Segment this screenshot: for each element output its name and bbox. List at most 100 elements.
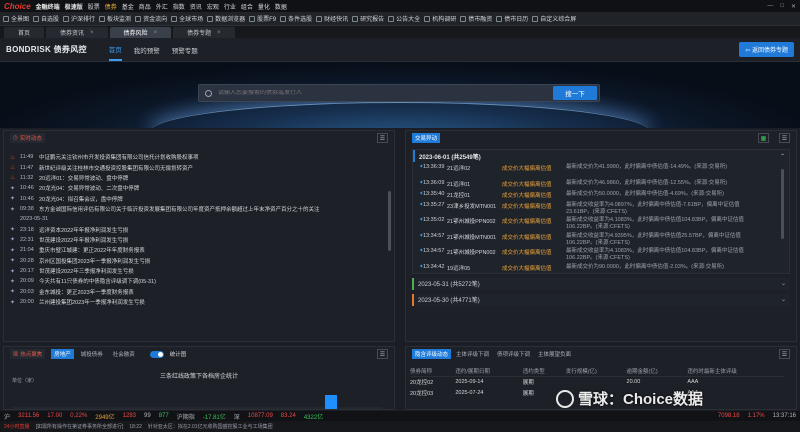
table-row[interactable]: ✦ 13:36:39 21远洋02 成交价大幅偏离估值 最新成交价为41.9990，此时…: [413, 162, 789, 178]
toolbar-item[interactable]: 财经快讯: [316, 14, 348, 23]
tab-urban-bonds[interactable]: 城投债券: [78, 349, 106, 359]
table-row[interactable]: ✦ 13:35:02 21鄂州城投PPN002 成交价大幅偏离估值 最新成交收益率为4.…: [413, 215, 789, 231]
menu-news[interactable]: 资讯: [190, 2, 202, 11]
close-icon[interactable]: ✕: [791, 3, 796, 10]
toolbar-item[interactable]: 全球市场: [171, 14, 203, 23]
toolbar-item[interactable]: 板块监测: [99, 14, 131, 23]
list-item[interactable]: ♨ 11:32 20远洋01：交易异常波动、盘中停牌: [10, 173, 386, 183]
search-button[interactable]: 搜一下: [553, 86, 597, 100]
list-item[interactable]: ✦ 10:46 20龙光04：拟召集会议，盘中停牌: [10, 194, 386, 204]
tab-bond-risk[interactable]: 债券风险 ×: [109, 27, 172, 38]
list-item[interactable]: ✦ 10:46 20龙光04：交易异常波动、二次盘中停牌: [10, 183, 386, 193]
table-row[interactable]: ✦ 13:34:57 21鄂州城投MTN001 成交价大幅偏离估值 最新成交收益率为4.…: [413, 231, 789, 247]
sz-index-value[interactable]: 10877.09: [248, 413, 273, 419]
menu-fund[interactable]: 基金: [122, 2, 134, 11]
menu-portfolio[interactable]: 组合: [241, 2, 253, 11]
menu-commodity[interactable]: 商品: [139, 2, 151, 11]
table-row[interactable]: ✦ 13:35:40 21龙控01 成交价大幅偏离估值 最新成交价为50.0000，此时…: [413, 189, 789, 200]
menu-index[interactable]: 指数: [173, 2, 185, 11]
toolbar-item[interactable]: 条件选股: [280, 14, 312, 23]
column-header[interactable]: 发行规模(亿): [565, 367, 627, 377]
toolbar-item[interactable]: 股票F9: [249, 14, 276, 23]
column-header[interactable]: 违约/展期日期: [455, 367, 523, 377]
toolbar-item[interactable]: 公告大全: [388, 14, 420, 23]
toolbar-item[interactable]: 资金流向: [135, 14, 167, 23]
chevron-up-icon[interactable]: ⌃: [780, 153, 785, 160]
toolbar-item[interactable]: 数据浏览器: [207, 14, 245, 23]
menu-stock[interactable]: 股票: [88, 2, 100, 11]
sh-index-value[interactable]: 3211.56: [18, 413, 39, 419]
list-item[interactable]: ✦ 20:28 京州区国投集团2023年一季报净利润发生亏损: [10, 256, 386, 266]
search-input[interactable]: [218, 90, 553, 96]
toolbar-item[interactable]: 全景图: [3, 14, 29, 23]
tab-implied-rating[interactable]: 隐含评级动态: [412, 349, 452, 359]
live-label[interactable]: 24小时直播: [4, 423, 30, 430]
toolbar-item[interactable]: 沪深排行: [63, 14, 95, 23]
toolbar-item[interactable]: 自选股: [33, 14, 59, 23]
nav-alert-topics[interactable]: 预警专题: [172, 38, 198, 61]
table-row[interactable]: ✦ 13:35:27 23津乡投发MTN001 成交价大幅偏离估值 最新成交收益率为4.…: [413, 200, 789, 216]
menu-icon[interactable]: ☰: [377, 133, 388, 143]
nav-my-alerts[interactable]: 我的预警: [134, 38, 160, 61]
list-item[interactable]: ✦ 09:38 东方金诚国际信用评估有限公司关于临沂投资发展集团有限公司年度资产抵押…: [10, 204, 386, 214]
scrollbar[interactable]: [781, 169, 784, 239]
close-tab-icon[interactable]: ×: [90, 30, 94, 36]
tab-negative-outlook[interactable]: 主体展望负面: [535, 349, 574, 359]
list-item[interactable]: ♨ 11:47 新世纪评级关注桂林市交通投资控股集团有限公司无偿划转资产: [10, 162, 386, 172]
menu-data[interactable]: 数据: [275, 2, 287, 11]
column-header[interactable]: 逾期金额(亿): [626, 367, 688, 377]
menu-icon[interactable]: ☰: [377, 349, 388, 359]
list-item[interactable]: ✦ 21:04 重庆市璧江城建：更正2022年年度财务报表: [10, 245, 386, 255]
toolbar-item[interactable]: 研究报告: [352, 14, 384, 23]
menu-bond[interactable]: 债券: [105, 2, 117, 11]
chart-toggle[interactable]: [149, 350, 164, 358]
tab-issuer-downgrade[interactable]: 主体评级下调: [453, 349, 492, 359]
menu-icon[interactable]: ☰: [779, 133, 790, 143]
table-row[interactable]: 20龙控02 2025-09-14 展期 20.00 AAA: [410, 376, 784, 387]
list-item[interactable]: ✦ 23:18 远洋资本2022年年报净利润发生亏损: [10, 224, 386, 234]
toolbar-item[interactable]: 债市融资: [460, 14, 492, 23]
toolbar-item[interactable]: 债市日历: [496, 14, 528, 23]
close-tab-icon[interactable]: ×: [154, 30, 158, 36]
table-row[interactable]: ✦ 13:34:57 21鄂州城投PPN002 成交价大幅偏离估值 最新成交收益率为4.…: [413, 246, 789, 262]
menu-quant[interactable]: 量化: [258, 2, 270, 11]
tab-bond-topics[interactable]: 债券专题 ×: [173, 27, 235, 38]
tab-home[interactable]: 首页: [4, 27, 45, 38]
trade-day-collapsed[interactable]: 2023-05-31 (共5272笔) ⌄: [412, 277, 790, 290]
trade-day-header[interactable]: 2023-06-01 (共2549笔) ⌃: [413, 150, 789, 162]
list-item[interactable]: ✦ 20:00 兰州建投集团2023年一季报净利润发生亏损: [10, 297, 386, 307]
column-header[interactable]: 违约时最新主体评级: [687, 367, 784, 377]
menu-forex[interactable]: 外汇: [156, 2, 168, 11]
bullet-icon: ✦: [10, 196, 16, 203]
tab-bond-downgrade[interactable]: 债项评级下调: [494, 349, 533, 359]
product-name: 金融终端: [35, 4, 60, 11]
excel-icon[interactable]: ▦: [758, 133, 769, 143]
tab-bond-news[interactable]: 债券资讯 ×: [46, 27, 108, 38]
list-item[interactable]: ✦ 20:17 世茂建设2022年三季报净利润发生亏损: [10, 266, 386, 276]
toolbar-item[interactable]: 机构调研: [424, 14, 456, 23]
table-row[interactable]: ✦ 13:34:42 19远洋05 成交价大幅偏离估值 最新成交价为90.0000，此时…: [413, 262, 789, 273]
table-row[interactable]: ✦ 13:36:09 21远洋01 成交价大幅偏离估值 最新成交价为46.9860，此时…: [413, 178, 789, 189]
toolbar-item[interactable]: 自定义综合屏: [532, 14, 576, 23]
maximize-icon[interactable]: □: [780, 3, 784, 10]
list-item[interactable]: ✦ 22:31 世茂建设2022年年报净利润发生亏损: [10, 235, 386, 245]
minimize-icon[interactable]: —: [767, 3, 773, 10]
scrollbar[interactable]: [388, 191, 391, 251]
column-header[interactable]: 违约类型: [522, 367, 566, 377]
close-tab-icon[interactable]: ×: [217, 30, 221, 36]
back-to-topics-button[interactable]: ⇦ 返回债券专题: [739, 42, 794, 57]
terminal-edition[interactable]: 极速版: [65, 2, 83, 11]
menu-icon[interactable]: ☰: [779, 349, 790, 359]
trade-day-collapsed[interactable]: 2023-05-30 (共4771笔) ⌄: [412, 293, 790, 306]
list-item[interactable]: ✦ 20:09 今天共有11只债券的中债隐含评级调下调(05-31): [10, 276, 386, 286]
menu-industry[interactable]: 行业: [224, 2, 236, 11]
chevron-down-icon[interactable]: ⌄: [781, 296, 786, 303]
nav-home[interactable]: 首页: [108, 38, 122, 61]
list-item[interactable]: ✦ 20:03 金东城投：更正2023年一季度财务报表: [10, 287, 386, 297]
tab-real-estate[interactable]: 房地产: [51, 349, 74, 359]
list-item[interactable]: ♨ 11:49 中证鹏元关注钦州市开发投资集团有限公司信托计划收购股权事项: [10, 152, 386, 162]
menu-macro[interactable]: 宏观: [207, 2, 219, 11]
chevron-down-icon[interactable]: ⌄: [781, 280, 786, 287]
tab-social-financing[interactable]: 社会融资: [110, 349, 138, 359]
column-header[interactable]: 债券简称: [410, 367, 456, 377]
